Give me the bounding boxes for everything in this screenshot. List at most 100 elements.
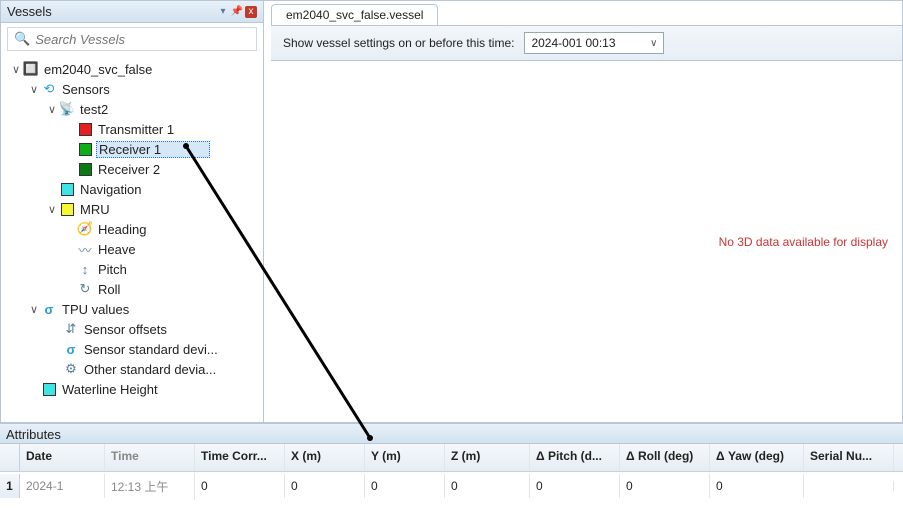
attributes-title: Attributes (0, 424, 903, 444)
chevron-down-icon[interactable]: ∨ (27, 83, 41, 96)
tree-node-mru[interactable]: ∨ MRU (5, 199, 261, 219)
color-swatch-icon (77, 121, 93, 137)
col-droll[interactable]: Δ Roll (deg) (620, 444, 710, 471)
cell-dy[interactable]: 0 (710, 474, 804, 498)
col-time-corr[interactable]: Time Corr... (195, 444, 285, 471)
chevron-down-icon[interactable]: ∨ (45, 103, 59, 116)
tree-node-tpu[interactable]: ∨ σ TPU values (5, 299, 261, 319)
tree-node-heading[interactable]: 🧭 Heading (5, 219, 261, 239)
col-serial[interactable]: Serial Nu... (804, 444, 894, 471)
color-swatch-icon (59, 181, 75, 197)
sonar-icon: 📡 (59, 101, 75, 117)
tree-node-test2[interactable]: ∨ 📡 test2 (5, 99, 261, 119)
time-select-combo[interactable]: 2024-001 00:13 ∨ (524, 32, 664, 54)
chevron-down-icon[interactable]: ∨ (27, 303, 41, 316)
cell-z[interactable]: 0 (445, 474, 530, 498)
tree-node-sensor-offsets[interactable]: ⇵ Sensor offsets (5, 319, 261, 339)
settings-label: Show vessel settings on or before this t… (283, 36, 514, 50)
tree-node-receiver1[interactable]: Receiver 1 (5, 139, 261, 159)
tree-label: Transmitter 1 (96, 122, 176, 137)
tpu-icon: σ (41, 301, 57, 317)
tab-strip: em2040_svc_false.vessel (271, 1, 902, 25)
tree-node-receiver2[interactable]: Receiver 2 (5, 159, 261, 179)
vessel-icon: 🔲 (23, 61, 39, 77)
cell-sn[interactable] (804, 481, 894, 491)
cell-y[interactable]: 0 (365, 474, 445, 498)
tree-node-other-std[interactable]: ⚙ Other standard devia... (5, 359, 261, 379)
tree-node-sensor-std[interactable]: σ Sensor standard devi... (5, 339, 261, 359)
cell-dr[interactable]: 0 (620, 474, 710, 498)
search-vessels-input-wrapper[interactable]: 🔍 (7, 27, 257, 51)
tree-label: Other standard devia... (82, 362, 218, 377)
pitch-icon: ↕ (77, 261, 93, 277)
tree-label-selected: Receiver 1 (96, 141, 210, 158)
cell-x[interactable]: 0 (285, 474, 365, 498)
offset-icon: ⇵ (63, 321, 79, 337)
tree-label: Waterline Height (60, 382, 160, 397)
tree-label: Heave (96, 242, 138, 257)
tree-label: Pitch (96, 262, 129, 277)
attributes-table: Date Time Time Corr... X (m) Y (m) Z (m)… (0, 444, 903, 500)
tree-node-transmitter1[interactable]: Transmitter 1 (5, 119, 261, 139)
tab-vessel-file[interactable]: em2040_svc_false.vessel (271, 4, 438, 25)
cell-dp[interactable]: 0 (530, 474, 620, 498)
col-time[interactable]: Time (105, 444, 195, 471)
no-3d-data-message: No 3D data available for display (719, 235, 888, 249)
sensors-icon: ⟲ (41, 81, 57, 97)
attributes-header-row: Date Time Time Corr... X (m) Y (m) Z (m)… (0, 444, 903, 472)
vessels-title-text: Vessels (7, 4, 52, 19)
cell-date[interactable]: 2024-1 (20, 474, 105, 498)
time-select-value: 2024-001 00:13 (531, 36, 615, 50)
3d-viewer[interactable]: No 3D data available for display (271, 61, 902, 422)
tree-label: em2040_svc_false (42, 62, 154, 77)
tree-label: MRU (78, 202, 112, 217)
tree-node-waterline[interactable]: Waterline Height (5, 379, 261, 399)
color-swatch-icon (59, 201, 75, 217)
tree-node-root[interactable]: ∨ 🔲 em2040_svc_false (5, 59, 261, 79)
roll-icon: ↻ (77, 281, 93, 297)
cell-tc[interactable]: 0 (195, 474, 285, 498)
tree-label: Sensor standard devi... (82, 342, 220, 357)
col-date[interactable]: Date (20, 444, 105, 471)
search-vessels-input[interactable] (35, 32, 250, 47)
tree-label: Receiver 2 (96, 162, 162, 177)
tree-node-heave[interactable]: 〰 Heave (5, 239, 261, 259)
search-icon: 🔍 (14, 31, 30, 47)
col-dpitch[interactable]: Δ Pitch (d... (530, 444, 620, 471)
chevron-down-icon: ∨ (650, 38, 657, 49)
pin-icon[interactable]: ▾ (217, 6, 229, 18)
vessels-panel: Vessels ▾ 📌 x 🔍 ∨ 🔲 em2040_svc_false ∨ ⟲… (0, 0, 264, 423)
pushpin-icon[interactable]: 📌 (231, 6, 243, 18)
col-x[interactable]: X (m) (285, 444, 365, 471)
tree-label: TPU values (60, 302, 131, 317)
tree-node-sensors[interactable]: ∨ ⟲ Sensors (5, 79, 261, 99)
tree-label: Navigation (78, 182, 143, 197)
col-rownum (0, 444, 20, 471)
tree-label: test2 (78, 102, 110, 117)
tree-node-roll[interactable]: ↻ Roll (5, 279, 261, 299)
col-dyaw[interactable]: Δ Yaw (deg) (710, 444, 804, 471)
sigma-icon: σ (63, 341, 79, 357)
chevron-down-icon[interactable]: ∨ (9, 63, 23, 76)
tree-label: Sensor offsets (82, 322, 169, 337)
col-z[interactable]: Z (m) (445, 444, 530, 471)
close-icon[interactable]: x (245, 6, 257, 18)
vessels-panel-title: Vessels ▾ 📌 x (1, 1, 263, 23)
table-row[interactable]: 1 2024-1 12:13 上午 0 0 0 0 0 0 0 (0, 472, 903, 500)
col-y[interactable]: Y (m) (365, 444, 445, 471)
cell-time[interactable]: 12:13 上午 (105, 473, 195, 500)
settings-bar: Show vessel settings on or before this t… (271, 25, 902, 61)
chevron-down-icon[interactable]: ∨ (45, 203, 59, 216)
vessels-tree[interactable]: ∨ 🔲 em2040_svc_false ∨ ⟲ Sensors ∨ 📡 tes… (1, 55, 263, 422)
color-swatch-icon (77, 161, 93, 177)
tree-label: Heading (96, 222, 148, 237)
heave-icon: 〰 (77, 241, 93, 257)
tree-node-pitch[interactable]: ↕ Pitch (5, 259, 261, 279)
editor-panel: em2040_svc_false.vessel Show vessel sett… (264, 0, 903, 423)
other-icon: ⚙ (63, 361, 79, 377)
attributes-panel: Attributes Date Time Time Corr... X (m) … (0, 423, 903, 511)
tree-label: Roll (96, 282, 122, 297)
tree-node-navigation[interactable]: Navigation (5, 179, 261, 199)
color-swatch-icon (77, 141, 93, 157)
color-swatch-icon (41, 381, 57, 397)
